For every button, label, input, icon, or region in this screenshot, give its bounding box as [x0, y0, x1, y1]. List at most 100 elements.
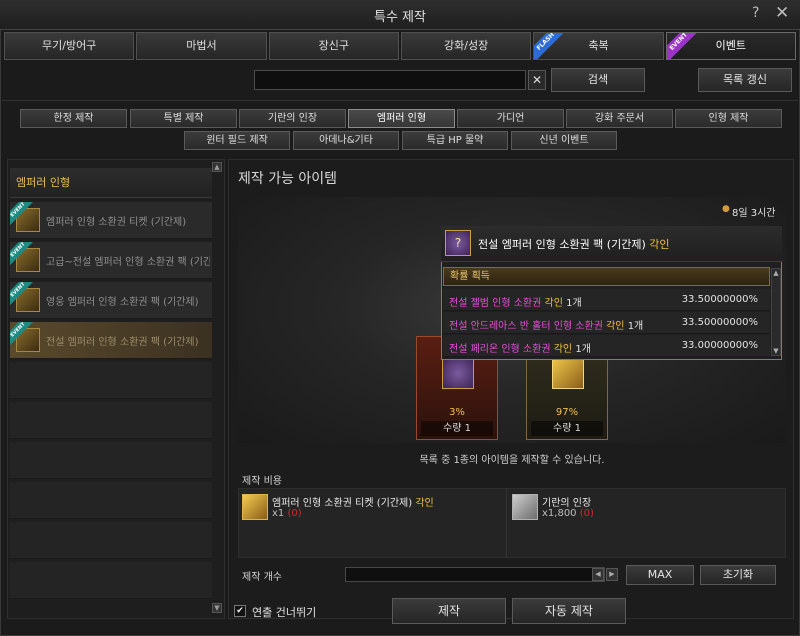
- ticket-icon: [552, 357, 584, 389]
- empty-list-slot: [10, 362, 212, 399]
- reward-label: 전설 안드레아스 반 홀터 인형 소환권: [449, 321, 603, 332]
- reward-count: 1개: [627, 321, 644, 332]
- material-name: 기란의 인장: [542, 494, 591, 509]
- seal-icon[interactable]: [512, 494, 538, 520]
- scroll-up-icon[interactable]: ▲: [212, 162, 222, 172]
- increase-icon[interactable]: ▶: [606, 568, 618, 581]
- tab-weapons-armor[interactable]: 무기/방어구: [4, 32, 135, 60]
- reward-chance: 33.50000000%: [681, 294, 758, 305]
- reset-button[interactable]: 초기화: [700, 565, 776, 585]
- tab-accessories[interactable]: 장신구: [268, 32, 399, 60]
- category-tabs: 무기/방어구 마법서 장신구 강화/성장 FLASH 축복 EVENT 이벤트: [4, 32, 796, 60]
- subtab-enchant-scroll[interactable]: 강화 주문서: [566, 109, 673, 128]
- window-title: 특수 제작: [374, 10, 426, 25]
- subtab-giran-seal[interactable]: 기란의 인장: [239, 109, 346, 128]
- craft-button[interactable]: 제작: [392, 598, 506, 624]
- craftable-items-title: 제작 가능 아이템: [238, 171, 338, 187]
- subtab-limited[interactable]: 한정 제작: [20, 109, 127, 128]
- scroll-up-icon[interactable]: ▲: [771, 268, 781, 278]
- probability-row: 전설 젤범 인형 소환권 각인 1개 33.50000000%: [443, 289, 770, 311]
- material-qty: x1 (0): [272, 508, 302, 519]
- subtab-adena-etc[interactable]: 아데나&기타: [293, 131, 399, 150]
- tab-label: 축복: [588, 39, 609, 52]
- decrease-icon[interactable]: ◀: [592, 568, 604, 581]
- reward-name: 전설 안드레아스 반 홀터 인형 소환권 각인 1개: [449, 317, 643, 332]
- empty-list-slot: [10, 482, 212, 519]
- reward-label: 전설 젤범 인형 소환권: [449, 298, 542, 309]
- close-icon[interactable]: ✕: [775, 3, 789, 23]
- reward-count: 1개: [575, 344, 591, 355]
- material-name: 엠퍼러 인형 소환권 티켓 (기간제) 각인: [272, 494, 434, 509]
- engrave-tag: 각인: [415, 498, 434, 509]
- scroll-down-icon[interactable]: ▼: [212, 603, 222, 613]
- craft-count-input[interactable]: [345, 567, 605, 582]
- empty-list-slot: [10, 562, 212, 599]
- reward-label: 전설 페리온 인형 소환권: [449, 344, 551, 355]
- reward-name: 전설 페리온 인형 소환권 각인 1개: [449, 340, 591, 355]
- engrave-tag: 각인: [606, 321, 625, 332]
- result-chance: 97%: [555, 407, 579, 418]
- event-badge: EVENT: [666, 33, 702, 59]
- ticket-icon[interactable]: [242, 494, 268, 520]
- subtab-guardian[interactable]: 가디언: [457, 109, 564, 128]
- search-input[interactable]: [254, 70, 526, 90]
- summon-pack-icon: ?: [445, 230, 471, 256]
- recipe-item[interactable]: EVENT 고급~전설 엠퍼러 인형 소환권 팩 (기간제): [10, 242, 212, 279]
- reward-count: 1개: [566, 298, 582, 309]
- subtab-special[interactable]: 특별 제작: [130, 109, 237, 128]
- tab-label: 장신구: [318, 39, 349, 52]
- tab-label: 무기/방어구: [42, 39, 97, 52]
- tab-enhancement[interactable]: 강화/성장: [400, 32, 532, 60]
- reward-name: 전설 젤범 인형 소환권 각인 1개: [449, 294, 582, 309]
- search-button[interactable]: 검색: [551, 68, 645, 92]
- material-required: x1,800: [542, 508, 577, 519]
- engrave-tag: 각인: [544, 298, 563, 309]
- subtab-hp-potion[interactable]: 특급 HP 물약: [402, 131, 508, 150]
- reward-chance: 33.50000000%: [681, 317, 758, 328]
- divider: [506, 488, 507, 558]
- subtab-emperor-doll[interactable]: 엠퍼러 인형: [348, 109, 455, 128]
- subtab-doll-craft[interactable]: 인형 제작: [675, 109, 782, 128]
- help-icon[interactable]: ?: [752, 5, 759, 21]
- reward-chance: 33.00000000%: [681, 340, 758, 351]
- recipe-category-title: 엠퍼러 인형: [10, 168, 212, 198]
- probability-section-title: 확률 획득: [443, 267, 770, 286]
- tab-label: 이벤트: [715, 39, 746, 52]
- recipe-item[interactable]: EVENT 영웅 엠퍼러 인형 소환권 팩 (기간제): [10, 282, 212, 319]
- skip-animation-label: 연출 건너뛰기: [252, 606, 317, 619]
- result-chance: 3%: [449, 407, 465, 418]
- craft-notice: 목록 중 1종의 아이템을 제작할 수 있습니다.: [419, 455, 605, 466]
- skip-animation-checkbox[interactable]: ✔: [234, 605, 246, 617]
- tab-label: 강화/성장: [444, 39, 489, 52]
- tab-event[interactable]: EVENT 이벤트: [665, 32, 796, 60]
- empty-list-slot: [10, 442, 212, 479]
- result-quantity: 수량 1: [531, 421, 603, 436]
- auto-craft-button[interactable]: 자동 제작: [512, 598, 626, 624]
- recipe-item-selected[interactable]: EVENT 전설 엠퍼러 인형 소환권 팩 (기간제): [10, 322, 212, 359]
- tooltip-scrollbar[interactable]: [771, 268, 781, 356]
- empty-list-slot: [10, 522, 212, 559]
- craft-count-label: 제작 개수: [242, 572, 282, 583]
- probability-row: 전설 페리온 인형 소환권 각인 1개 33.00000000%: [443, 335, 770, 357]
- max-button[interactable]: MAX: [626, 565, 694, 585]
- engrave-tag: 각인: [649, 238, 670, 251]
- remaining-time: 8일 3시간: [732, 208, 776, 219]
- subtab-winter-field[interactable]: 윈터 필드 제작: [184, 131, 290, 150]
- legend-summon-icon: [442, 357, 474, 389]
- scroll-down-icon[interactable]: ▼: [771, 346, 781, 356]
- empty-list-slot: [10, 402, 212, 439]
- recipe-item[interactable]: EVENT 엠퍼러 인형 소환권 티켓 (기간제): [10, 202, 212, 239]
- material-qty: x1,800 (0): [542, 508, 594, 519]
- clear-search-icon[interactable]: ✕: [528, 70, 546, 90]
- tab-label: 마법서: [186, 39, 217, 52]
- probability-row: 전설 안드레아스 반 홀터 인형 소환권 각인 1개 33.50000000%: [443, 312, 770, 334]
- subtab-new-year-event[interactable]: 신년 이벤트: [511, 131, 617, 150]
- tab-blessing[interactable]: FLASH 축복: [533, 32, 664, 60]
- tooltip-item-name: 전설 엠퍼러 인형 소환권 팩 (기간제): [478, 238, 646, 251]
- recipe-item-label: 엠퍼러 인형 소환권 티켓 (기간제): [46, 217, 187, 228]
- tooltip-title: 전설 엠퍼러 인형 소환권 팩 (기간제) 각인: [478, 236, 670, 252]
- material-owned: (0): [579, 508, 594, 519]
- recipe-item-label: 영웅 엠퍼러 인형 소환권 팩 (기간제): [46, 297, 199, 308]
- tab-spellbooks[interactable]: 마법서: [136, 32, 267, 60]
- refresh-list-button[interactable]: 목록 갱신: [698, 68, 792, 92]
